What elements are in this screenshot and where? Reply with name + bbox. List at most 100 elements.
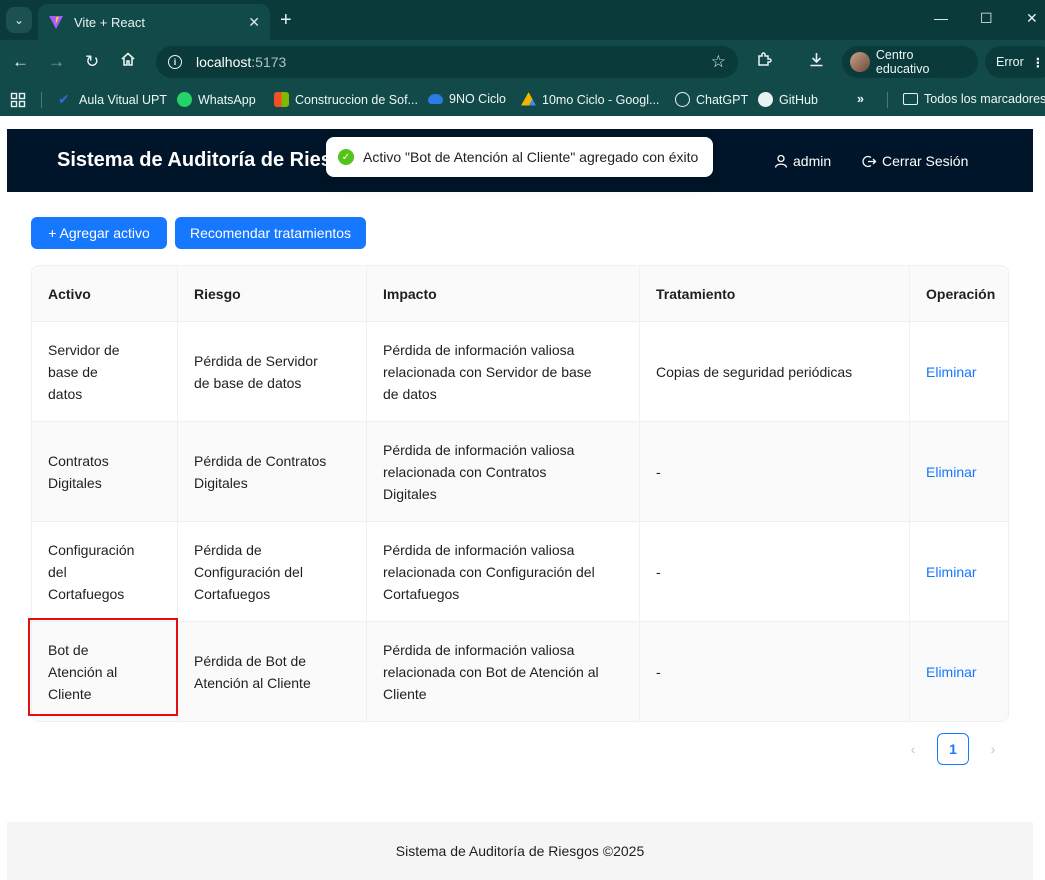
cell-activo: Configuración del Cortafuegos [32, 522, 178, 621]
delete-link[interactable]: Eliminar [926, 561, 977, 583]
app-footer: Sistema de Auditoría de Riesgos ©2025 [7, 822, 1033, 880]
delete-link[interactable]: Eliminar [926, 461, 977, 483]
success-toast: ✓ Activo "Bot de Atención al Cliente" ag… [326, 137, 713, 177]
cell-text: - [656, 563, 661, 580]
highlight-box [28, 618, 178, 716]
cell-tratamiento: - [640, 522, 910, 621]
column-header-operacion: Operación [910, 266, 1008, 321]
cell-text: Configuración del Cortafuegos [48, 541, 135, 602]
app-title: Sistema de Auditoría de Riesgos [57, 149, 368, 171]
bookmark-10mo-ciclo[interactable]: 10mo Ciclo - Googl... [521, 92, 659, 107]
cell-riesgo: Pérdida de Configuración del Cortafuegos [178, 522, 367, 621]
user-name: admin [793, 153, 832, 169]
apps-grid-icon[interactable] [10, 92, 26, 108]
tab-search-chevron-icon[interactable]: ⌄ [6, 7, 32, 33]
bookmark-chatgpt[interactable]: ChatGPT [675, 92, 748, 107]
url-host: localhost [196, 54, 252, 70]
user-icon [774, 154, 788, 168]
profile-label: Centro educativo [875, 48, 930, 76]
table-row: Servidor de base de datos Pérdida de Ser… [32, 322, 1008, 422]
maximize-window-icon[interactable]: ☐ [980, 10, 993, 27]
bookmark-label: Aula Vitual UPT [79, 92, 168, 107]
site-info-icon[interactable]: i [168, 55, 182, 69]
add-asset-button[interactable]: + Agregar activo [31, 217, 167, 249]
next-page-icon[interactable]: › [977, 733, 1009, 765]
avatar [850, 52, 870, 72]
tab-title: Vite + React [74, 14, 145, 30]
forward-icon[interactable]: → [48, 51, 65, 73]
bookmark-label: Construccion de Sof... [295, 92, 418, 107]
github-icon [758, 92, 773, 107]
bookmark-construccion[interactable]: Construccion de Sof... [274, 92, 418, 107]
cell-text: Servidor de base de datos [48, 341, 120, 402]
bookmarks-divider [887, 92, 888, 108]
table-header-row: Activo Riesgo Impacto Tratamiento Operac… [32, 266, 1008, 322]
download-icon[interactable] [808, 51, 825, 73]
recommend-treatments-button[interactable]: Recomendar tratamientos [175, 217, 366, 249]
address-bar[interactable]: i localhost:5173 ☆ [156, 46, 738, 78]
all-bookmarks-label: Todos los marcadores [924, 92, 1045, 106]
user-menu[interactable]: admin [774, 153, 831, 169]
logout-button[interactable]: Cerrar Sesión [862, 153, 968, 169]
cell-activo: Contratos Digitales [32, 422, 178, 521]
minimize-window-icon[interactable]: — [934, 10, 948, 26]
cell-text: Contratos Digitales [48, 452, 109, 491]
error-label: Error [996, 55, 1024, 69]
cell-riesgo: Pérdida de Contratos Digitales [178, 422, 367, 521]
onedrive-icon [428, 94, 443, 104]
cell-activo: Servidor de base de datos [32, 322, 178, 421]
bookmark-9no-ciclo[interactable]: 9NO Ciclo [428, 92, 506, 106]
cell-operacion: Eliminar [910, 422, 1008, 521]
logout-label: Cerrar Sesión [882, 153, 969, 169]
bookmark-github[interactable]: GitHub [758, 92, 818, 107]
cell-impacto: Pérdida de información valiosa relaciona… [367, 622, 640, 721]
browser-tab[interactable]: Vite + React ✕ [38, 4, 270, 40]
microsoft-icon [274, 92, 289, 107]
cell-text: Copias de seguridad periódicas [656, 363, 853, 380]
error-button[interactable]: Error ⋮ [985, 46, 1045, 78]
cell-text: Pérdida de Configuración del Cortafuegos [194, 541, 303, 602]
logout-icon [862, 155, 877, 167]
browser-tab-strip: ⌄ Vite + React ✕ + — ☐ ✕ [0, 0, 1045, 40]
whatsapp-icon [177, 92, 192, 107]
cell-impacto: Pérdida de información valiosa relaciona… [367, 422, 640, 521]
cell-text: - [656, 463, 661, 480]
close-window-icon[interactable]: ✕ [1026, 10, 1038, 27]
bookmark-star-icon[interactable]: ☆ [711, 52, 726, 72]
bookmark-label: WhatsApp [198, 92, 256, 107]
bookmark-aula-virtual[interactable]: ✔ Aula Vitual UPT [58, 92, 167, 107]
more-bookmarks-icon[interactable]: » [857, 92, 864, 106]
drive-icon [521, 92, 536, 106]
cell-impacto: Pérdida de información valiosa relaciona… [367, 522, 640, 621]
new-tab-icon[interactable]: + [280, 8, 292, 32]
delete-link[interactable]: Eliminar [926, 361, 977, 383]
bookmark-label: GitHub [779, 92, 818, 107]
bookmark-whatsapp[interactable]: WhatsApp [177, 92, 256, 107]
kebab-menu-icon[interactable]: ⋮ [1032, 55, 1045, 70]
bookmarks-divider [41, 92, 42, 108]
delete-link[interactable]: Eliminar [926, 661, 977, 683]
back-icon[interactable]: ← [12, 51, 29, 73]
close-tab-icon[interactable]: ✕ [248, 14, 260, 31]
bookmark-label: ChatGPT [696, 92, 749, 107]
prev-page-icon[interactable]: ‹ [897, 733, 929, 765]
all-bookmarks-folder[interactable]: Todos los marcadores [903, 92, 1045, 106]
cell-text: Pérdida de información valiosa relaciona… [383, 441, 575, 502]
chatgpt-icon [675, 92, 690, 107]
toast-message: Activo "Bot de Atención al Cliente" agre… [363, 149, 699, 165]
cell-text: Pérdida de Servidor de base de datos [194, 352, 318, 391]
page-1-button[interactable]: 1 [937, 733, 969, 765]
cell-riesgo: Pérdida de Bot de Atención al Cliente [178, 622, 367, 721]
column-header-tratamiento: Tratamiento [640, 266, 910, 321]
extensions-icon[interactable] [756, 51, 773, 73]
table-row: Configuración del Cortafuegos Pérdida de… [32, 522, 1008, 622]
cell-text: Pérdida de información valiosa relaciona… [383, 341, 592, 402]
profile-button[interactable]: Centro educativo [842, 46, 978, 78]
bookmarks-bar: ✔ Aula Vitual UPT WhatsApp Construccion … [0, 84, 1045, 116]
cell-operacion: Eliminar [910, 522, 1008, 621]
cell-tratamiento: - [640, 622, 910, 721]
reload-icon[interactable]: ↻ [85, 51, 99, 73]
home-icon[interactable] [120, 51, 136, 73]
bookmark-label: 10mo Ciclo - Googl... [542, 92, 660, 107]
cell-text: Pérdida de Contratos Digitales [194, 452, 327, 491]
